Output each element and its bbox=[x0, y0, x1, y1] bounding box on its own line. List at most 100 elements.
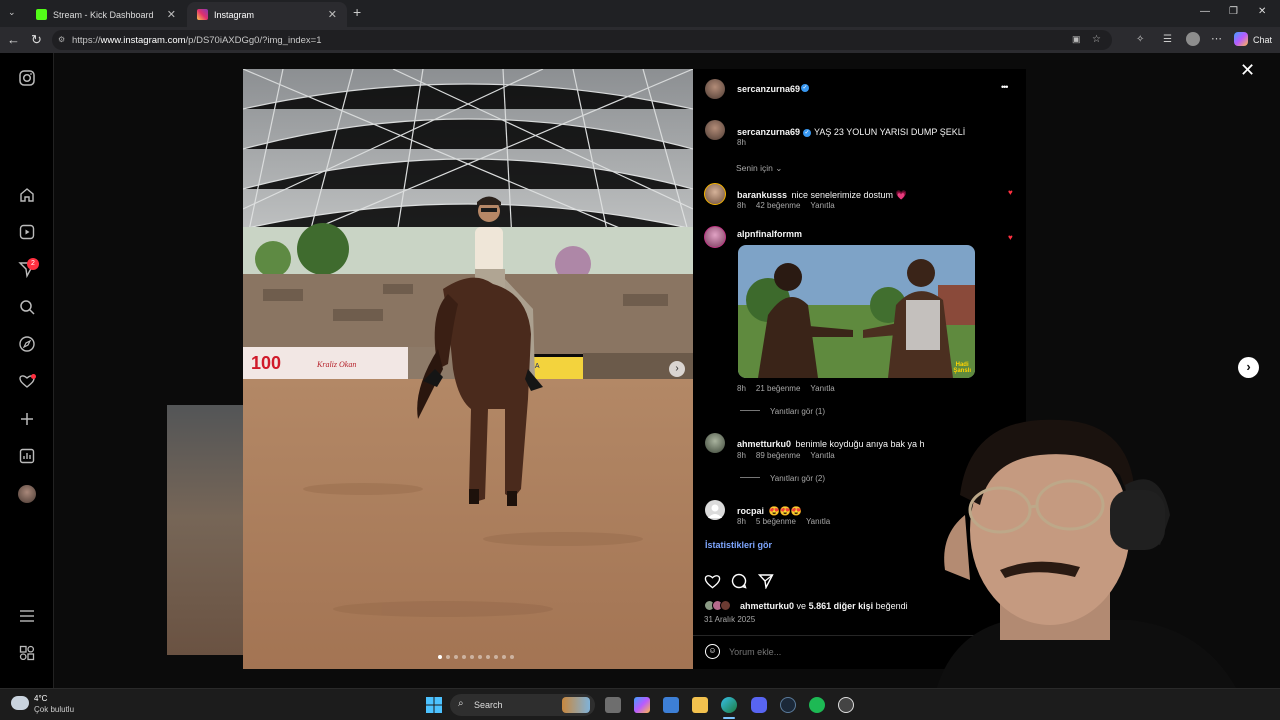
carousel-dot bbox=[510, 655, 514, 659]
comment-avatar-rocpai[interactable] bbox=[705, 500, 725, 520]
author-avatar[interactable] bbox=[705, 79, 725, 99]
favorites-icon[interactable]: ☰ bbox=[1163, 34, 1172, 45]
close-tab-icon[interactable]: ✕ bbox=[167, 8, 176, 21]
next-post-icon[interactable]: › bbox=[1238, 357, 1259, 378]
close-tab-icon[interactable]: ✕ bbox=[328, 8, 337, 21]
profile-avatar-icon[interactable] bbox=[18, 485, 36, 503]
search-highlight-icon bbox=[562, 697, 590, 713]
weather-temp[interactable]: 4°C bbox=[34, 694, 47, 703]
url-field[interactable]: ⚙ https://www.instagram.com/p/DS70iAXDGg… bbox=[52, 30, 1112, 50]
new-tab-icon[interactable]: + bbox=[353, 4, 361, 20]
create-icon[interactable] bbox=[18, 410, 36, 428]
tab-title: Instagram bbox=[214, 9, 255, 20]
comment-username[interactable]: alpnfinalformm bbox=[737, 229, 802, 239]
taskbar-search-box[interactable]: ⌕ Search bbox=[450, 694, 595, 716]
sort-comments-dropdown[interactable]: Senin için ⌄ bbox=[736, 163, 782, 174]
more-options-icon[interactable]: ⋯ bbox=[1211, 32, 1222, 45]
store-icon[interactable] bbox=[663, 697, 679, 713]
tab-instagram[interactable]: Instagram ✕ bbox=[187, 2, 347, 27]
windows-start-icon[interactable] bbox=[426, 697, 442, 713]
author-username[interactable]: sercanzurna69 bbox=[737, 84, 800, 94]
site-info-icon[interactable]: ⚙ bbox=[58, 35, 65, 44]
more-icon[interactable] bbox=[18, 607, 36, 625]
comment-username[interactable]: rocpai bbox=[737, 506, 764, 516]
copilot-app-icon[interactable] bbox=[634, 697, 650, 713]
comment-avatar-alpnfinalformm[interactable] bbox=[704, 226, 726, 248]
split-screen-icon[interactable]: ▣ bbox=[1072, 34, 1081, 45]
comment-like-icon[interactable]: ♥ bbox=[1008, 233, 1013, 242]
comment-likes[interactable]: 89 beğenme bbox=[756, 451, 800, 460]
reels-icon[interactable] bbox=[18, 223, 36, 241]
comment-meta: 8h 89 beğenme Yanıtla bbox=[737, 451, 845, 460]
streamer-webcam-feed bbox=[930, 419, 1250, 720]
comment-likes[interactable]: 21 beğenme bbox=[756, 384, 800, 393]
copilot-chat-label[interactable]: Chat bbox=[1253, 35, 1272, 45]
back-icon[interactable]: ← bbox=[7, 33, 20, 47]
arena-sign-text: Kraliz Okan bbox=[316, 360, 356, 369]
liked-by-ve: ve bbox=[796, 601, 807, 611]
comment-likes[interactable]: 42 beğenme bbox=[756, 201, 800, 210]
extensions-icon[interactable]: ✧ bbox=[1136, 34, 1144, 45]
meta-apps-icon[interactable] bbox=[18, 644, 36, 662]
share-icon[interactable] bbox=[758, 573, 774, 589]
obs-icon[interactable] bbox=[838, 697, 854, 713]
liked-by-rest[interactable]: 5.861 diğer kişi bbox=[809, 601, 874, 611]
post-image[interactable]: 100 Kraliz Okan LA › bbox=[243, 69, 693, 669]
comment-like-icon[interactable]: ♥ bbox=[1008, 188, 1013, 197]
instagram-logo-icon[interactable] bbox=[18, 69, 36, 87]
close-modal-icon[interactable]: ✕ bbox=[1240, 60, 1255, 81]
home-icon[interactable] bbox=[18, 186, 36, 204]
comment-likes[interactable]: 5 beğenme bbox=[756, 517, 796, 526]
post-options-icon[interactable]: ••• bbox=[1001, 82, 1009, 92]
comment-avatar-barankusss[interactable] bbox=[704, 183, 726, 205]
tab-list-icon[interactable]: ⌄ bbox=[8, 7, 16, 18]
reply-button[interactable]: Yanıtla bbox=[810, 201, 834, 210]
dashboard-icon[interactable] bbox=[18, 447, 36, 465]
reply-button[interactable]: Yanıtla bbox=[810, 451, 834, 460]
comment-icon[interactable] bbox=[731, 573, 747, 589]
verified-badge-icon: ✓ bbox=[801, 84, 809, 92]
restore-icon[interactable]: ❐ bbox=[1229, 6, 1238, 17]
reply-button[interactable]: Yanıtla bbox=[810, 384, 834, 393]
sort-label: Senin için bbox=[736, 163, 773, 173]
edge-icon[interactable] bbox=[721, 697, 737, 713]
weather-desc[interactable]: Çok bulutlu bbox=[34, 705, 74, 714]
carousel-dot bbox=[438, 655, 442, 659]
reply-line bbox=[740, 477, 760, 478]
carousel-dot bbox=[478, 655, 482, 659]
caption-author-avatar[interactable] bbox=[705, 120, 725, 140]
search-icon[interactable] bbox=[18, 298, 36, 316]
favorite-star-icon[interactable]: ☆ bbox=[1092, 34, 1101, 45]
close-window-icon[interactable]: ✕ bbox=[1258, 6, 1266, 17]
arena-sign-number: 100 bbox=[251, 353, 281, 373]
caption-time: 8h bbox=[737, 138, 746, 147]
reload-icon[interactable]: ↻ bbox=[31, 33, 42, 47]
liked-by-user[interactable]: ahmetturku0 bbox=[740, 601, 794, 611]
comment-meta: 8h 42 beğenme Yanıtla bbox=[737, 201, 845, 210]
instagram-favicon-icon bbox=[197, 9, 208, 20]
tab-kick-dashboard[interactable]: Stream - Kick Dashboard ✕ bbox=[26, 2, 186, 27]
emoji-icon[interactable]: ☺ bbox=[705, 644, 720, 659]
comment-username[interactable]: barankusss bbox=[737, 190, 787, 200]
comment-gif[interactable]: Hadi Şanslı bbox=[738, 245, 975, 378]
insights-link[interactable]: İstatistikleri gör bbox=[705, 540, 772, 550]
spotify-icon[interactable] bbox=[809, 697, 825, 713]
copilot-icon[interactable] bbox=[1234, 32, 1248, 46]
comment-username[interactable]: ahmetturku0 bbox=[737, 439, 791, 449]
discord-icon[interactable] bbox=[751, 697, 767, 713]
task-view-icon[interactable] bbox=[605, 697, 621, 713]
comment-avatar-ahmetturku0[interactable] bbox=[705, 433, 725, 453]
explore-icon[interactable] bbox=[18, 335, 36, 353]
view-replies-button[interactable]: Yanıtları gör (2) bbox=[740, 474, 835, 483]
carousel-next-icon[interactable]: › bbox=[669, 361, 685, 377]
profile-avatar[interactable] bbox=[1186, 32, 1200, 46]
reply-button[interactable]: Yanıtla bbox=[806, 517, 830, 526]
active-app-indicator bbox=[723, 717, 735, 719]
like-icon[interactable] bbox=[704, 573, 721, 589]
minimize-icon[interactable]: — bbox=[1200, 6, 1210, 17]
file-explorer-icon[interactable] bbox=[692, 697, 708, 713]
caption-username[interactable]: sercanzurna69 bbox=[737, 127, 800, 137]
steam-icon[interactable] bbox=[780, 697, 796, 713]
view-replies-button[interactable]: Yanıtları gör (1) bbox=[740, 407, 835, 416]
url-path: /p/DS70iAXDGg0/?img_index=1 bbox=[185, 35, 322, 46]
